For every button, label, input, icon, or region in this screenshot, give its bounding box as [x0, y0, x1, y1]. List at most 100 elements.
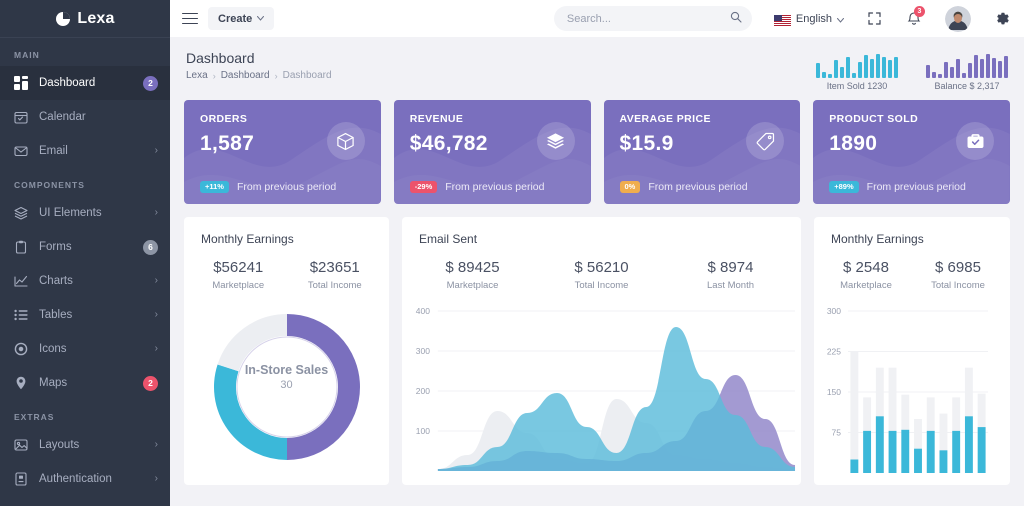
bar-value	[876, 416, 884, 473]
stat-card-row: ORDERS 1,587 +11% From previous period R…	[184, 100, 1010, 204]
pie-logo-icon	[55, 11, 71, 27]
stat-card-footer: -29% From previous period	[410, 181, 545, 193]
kpi-value: $ 2548	[820, 259, 912, 276]
donut-center-label: In-Store Sales 30	[184, 363, 389, 391]
sidebar-item-dashboard[interactable]: Dashboard 2	[0, 66, 170, 100]
stat-card-note: From previous period	[867, 181, 966, 193]
kpi-row: $ 2548 Marketplace $ 6985 Total Income	[814, 246, 1010, 291]
sidebar-item-forms[interactable]: Forms 6	[0, 230, 170, 264]
sidebar-item-badge: 2	[143, 376, 158, 391]
layers-stack-icon	[537, 122, 575, 160]
sidebar-item-layouts[interactable]: Layouts ›	[0, 428, 170, 462]
kpi-item: $ 56210 Total Income	[537, 259, 666, 291]
sidebar-item-authentication[interactable]: Authentication ›	[0, 462, 170, 496]
sidebar-nav: MAIN Dashboard 2 Calendar Email › COMPON…	[0, 38, 170, 496]
briefcase-check-icon	[956, 122, 994, 160]
kpi-item: $ 6985 Total Income	[912, 259, 1004, 291]
topbar: Create	[170, 0, 1024, 37]
search-box[interactable]	[554, 6, 752, 31]
layers-icon	[14, 206, 28, 220]
email-sent-area-chart: 100200300400	[402, 303, 801, 473]
widget-row: Monthly Earnings $56241 Marketplace $236…	[184, 217, 1010, 485]
card-title: Email Sent	[402, 217, 801, 246]
kpi-item: $56241 Marketplace	[190, 259, 287, 291]
create-button-label: Create	[218, 13, 252, 25]
search-icon[interactable]	[730, 10, 742, 28]
stat-card-revenue[interactable]: REVENUE $46,782 -29% From previous perio…	[394, 100, 591, 204]
kpi-item: $ 89425 Marketplace	[408, 259, 537, 291]
pin-icon	[14, 376, 28, 390]
stat-card-average-price[interactable]: AVERAGE PRICE $15.9 0% From previous per…	[604, 100, 801, 204]
stat-card-orders[interactable]: ORDERS 1,587 +11% From previous period	[184, 100, 381, 204]
sidebar-item-label: Icons	[39, 343, 144, 355]
fullscreen-icon[interactable]	[868, 12, 881, 25]
kpi-label: Total Income	[287, 280, 384, 291]
tag-icon	[746, 122, 784, 160]
chevron-down-icon	[837, 10, 844, 28]
envelope-icon	[14, 144, 28, 158]
sidebar-item-ui-elements[interactable]: UI Elements ›	[0, 196, 170, 230]
sidebar-item-charts[interactable]: Charts ›	[0, 264, 170, 298]
main-area: Create	[170, 0, 1024, 506]
breadcrumb-item-0[interactable]: Lexa	[186, 70, 208, 81]
sidebar-item-label: Forms	[39, 241, 132, 253]
sidebar-item-tables[interactable]: Tables ›	[0, 298, 170, 332]
sidebar-section-title: EXTRAS	[0, 400, 170, 428]
kpi-row: $56241 Marketplace $23651 Total Income	[184, 246, 389, 291]
kpi-label: Total Income	[912, 280, 1004, 291]
create-button[interactable]: Create	[208, 7, 274, 30]
language-selector[interactable]: English	[774, 10, 844, 28]
kpi-label: Marketplace	[408, 280, 537, 291]
sidebar-section-title: MAIN	[0, 38, 170, 66]
us-flag-icon	[774, 13, 791, 24]
bar-value	[901, 430, 909, 473]
stat-card-product-sold[interactable]: PRODUCT SOLD 1890 +89% From previous per…	[813, 100, 1010, 204]
sidebar-item-calendar[interactable]: Calendar	[0, 100, 170, 134]
breadcrumb-separator: ›	[275, 71, 278, 81]
sidebar-item-icons[interactable]: Icons ›	[0, 332, 170, 366]
image-icon	[14, 438, 28, 452]
sidebar-item-label: Layouts	[39, 439, 144, 451]
chart-icon	[14, 274, 28, 288]
bar-value	[863, 431, 871, 473]
kpi-label: Marketplace	[190, 280, 287, 291]
sparkline-caption: Item Sold 1230	[816, 81, 898, 91]
notifications-bell[interactable]: 3	[907, 11, 921, 26]
breadcrumb-item-1[interactable]: Dashboard	[221, 70, 270, 81]
gem-icon	[14, 342, 28, 356]
gear-icon[interactable]	[995, 11, 1010, 26]
y-axis-tick-label: 200	[416, 386, 430, 396]
sparkline-bars	[816, 52, 898, 78]
page-content: Dashboard Lexa › Dashboard › Dashboard I…	[170, 37, 1024, 506]
sidebar: Lexa MAIN Dashboard 2 Calendar Email › C…	[0, 0, 170, 506]
brand-logo-area[interactable]: Lexa	[0, 0, 170, 37]
y-axis-tick-label: 300	[827, 306, 841, 316]
box-icon	[327, 122, 365, 160]
y-axis-tick-label: 300	[416, 346, 430, 356]
kpi-value: $ 6985	[912, 259, 1004, 276]
stat-card-note: From previous period	[445, 181, 544, 193]
breadcrumb-separator: ›	[213, 71, 216, 81]
kpi-value: $56241	[190, 259, 287, 276]
page-header: Dashboard Lexa › Dashboard › Dashboard I…	[184, 37, 1010, 100]
sidebar-item-label: Dashboard	[39, 77, 132, 89]
clipboard-icon	[14, 240, 28, 254]
chevron-right-icon: ›	[155, 146, 158, 156]
search-input[interactable]	[567, 13, 730, 25]
sidebar-item-label: Authentication	[39, 473, 144, 485]
monthly-earnings-bar-chart: 75150225300	[814, 303, 1010, 473]
card-title: Monthly Earnings	[814, 217, 1010, 246]
list-icon	[14, 308, 28, 322]
sparkline-caption: Balance $ 2,317	[926, 81, 1008, 91]
kpi-item: $23651 Total Income	[287, 259, 384, 291]
hamburger-icon[interactable]	[182, 13, 198, 25]
brand-name: Lexa	[77, 10, 114, 28]
breadcrumb: Lexa › Dashboard › Dashboard	[186, 70, 332, 81]
sidebar-item-maps[interactable]: Maps 2	[0, 366, 170, 400]
email-sent-card: Email Sent $ 89425 Marketplace $ 56210 T…	[402, 217, 801, 485]
chevron-right-icon: ›	[155, 344, 158, 354]
avatar[interactable]	[945, 6, 971, 32]
stat-card-footer: +89% From previous period	[829, 181, 966, 193]
book-icon	[14, 472, 28, 486]
sidebar-item-email[interactable]: Email ›	[0, 134, 170, 168]
